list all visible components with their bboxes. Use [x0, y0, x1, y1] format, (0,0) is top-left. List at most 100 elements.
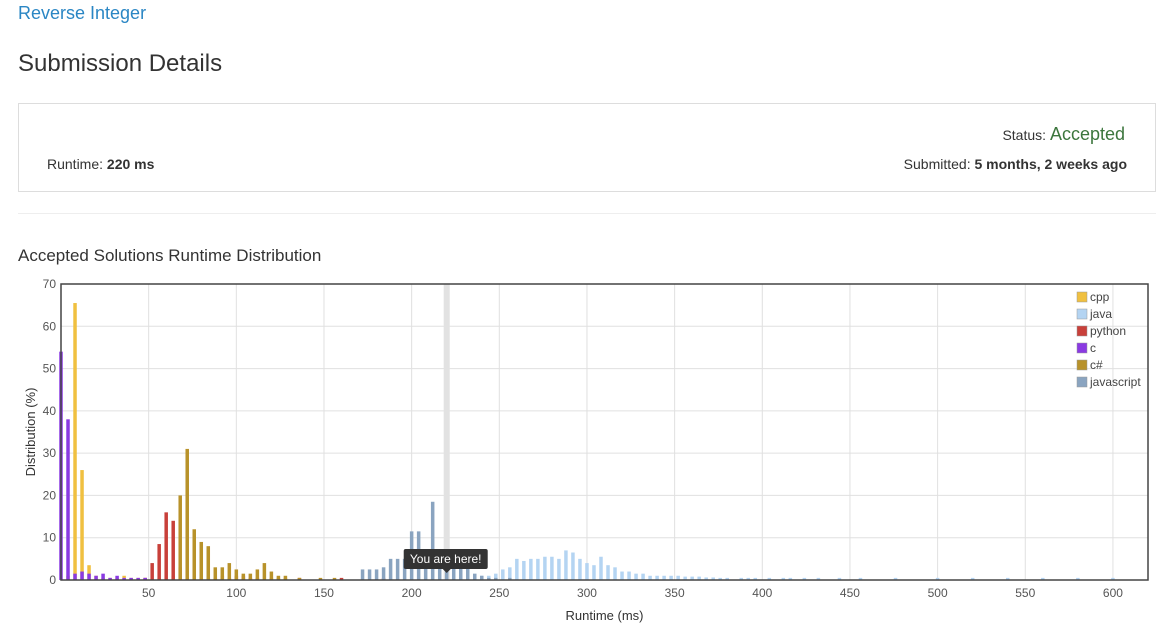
y-tick-label: 30: [43, 446, 57, 460]
bar-java: [571, 552, 575, 580]
x-axis-label: Runtime (ms): [565, 608, 643, 623]
bar-java: [592, 565, 596, 580]
bar-python: [171, 520, 175, 580]
bar-cpp: [73, 303, 77, 580]
x-tick-label: 150: [314, 586, 334, 600]
y-tick-label: 70: [43, 278, 57, 291]
bar-java: [501, 569, 505, 580]
bar-java: [578, 558, 582, 580]
legend-swatch: [1076, 376, 1088, 388]
bar-csharp: [248, 573, 253, 580]
bar-java: [529, 558, 533, 580]
bar-java: [564, 550, 568, 580]
bar-c: [73, 573, 77, 580]
bar-c: [87, 573, 91, 580]
bar-csharp: [206, 546, 211, 580]
bar-csharp: [199, 541, 204, 580]
x-tick-label: 600: [1103, 586, 1123, 600]
runtime-label: Runtime:: [47, 156, 104, 172]
bar-java: [536, 558, 540, 580]
legend-label: java: [1089, 307, 1112, 321]
bar-csharp: [269, 571, 274, 580]
bar-csharp: [178, 495, 182, 580]
legend-swatch: [1076, 291, 1088, 303]
x-tick-label: 300: [577, 586, 597, 600]
legend-label: javascript: [1089, 375, 1141, 389]
bar-csharp: [192, 529, 196, 580]
distribution-title: Accepted Solutions Runtime Distribution: [18, 246, 322, 265]
bar-csharp: [234, 569, 239, 580]
bar-java: [641, 573, 645, 580]
x-tick-label: 100: [226, 586, 246, 600]
bar-java: [557, 558, 561, 580]
section-divider: [18, 213, 1156, 214]
bar-javascript: [374, 569, 379, 580]
y-tick-label: 20: [43, 488, 57, 502]
bar-csharp: [220, 567, 225, 580]
bar-java: [606, 565, 610, 580]
y-axis-label: Distribution (%): [23, 388, 38, 477]
bar-csharp: [255, 569, 260, 580]
x-tick-label: 50: [142, 586, 156, 600]
legend-item-c: c: [1076, 341, 1096, 355]
status-label: Status:: [1002, 127, 1047, 143]
y-tick-label: 40: [43, 404, 57, 418]
bar-javascript: [381, 567, 386, 580]
submitted-row: Submitted: 5 months, 2 weeks ago: [904, 156, 1127, 172]
runtime-value: 220 ms: [106, 156, 155, 172]
bar-javascript: [360, 569, 365, 580]
status-value: Accepted: [1049, 124, 1125, 144]
legend-swatch: [1076, 325, 1088, 337]
x-tick-label: 250: [489, 586, 509, 600]
y-tick-label: 60: [43, 319, 57, 333]
bar-csharp: [185, 448, 189, 580]
legend-item-java: java: [1076, 307, 1112, 321]
legend-label: c: [1090, 341, 1096, 355]
bar-javascript: [388, 558, 393, 580]
legend-swatch: [1076, 308, 1088, 320]
submitted-label: Submitted:: [903, 156, 971, 172]
you-are-here-label: You are here!: [410, 552, 482, 566]
bar-javascript: [367, 569, 372, 580]
bar-cpp: [80, 470, 84, 580]
legend-item-python: python: [1076, 324, 1126, 338]
legend-item-javascript: javascript: [1076, 375, 1141, 389]
runtime-distribution-chart: 50 100 150 200 250 300 350 400 450 500 550 600 0 10 20…: [23, 278, 1149, 623]
runtime-row: Runtime: 220 ms: [47, 156, 154, 172]
bar-java: [550, 556, 554, 580]
bar-java: [627, 571, 631, 580]
status-row: Status: Accepted: [1002, 124, 1125, 145]
x-tick-label: 550: [1015, 586, 1035, 600]
legend-label: cpp: [1090, 290, 1110, 304]
x-tick-label: 200: [402, 586, 422, 600]
legend-swatch: [1076, 359, 1088, 371]
x-tick-label: 400: [752, 586, 772, 600]
bar-java: [585, 563, 589, 580]
bar-javascript: [465, 567, 470, 580]
legend-label: python: [1090, 324, 1126, 338]
page-title: Submission Details: [18, 50, 223, 77]
legend-item-csharp: c#: [1076, 358, 1103, 372]
y-tick-label: 0: [49, 573, 56, 587]
bar-python: [157, 544, 161, 580]
bar-csharp: [241, 573, 246, 580]
legend-label: c#: [1090, 358, 1103, 372]
problem-title-link[interactable]: Reverse Integer: [18, 3, 146, 24]
bar-java: [613, 567, 617, 580]
bar-java: [522, 560, 526, 580]
x-tick-label: 450: [840, 586, 860, 600]
x-tick-label: 500: [928, 586, 948, 600]
bar-csharp: [262, 563, 267, 580]
bar-python: [164, 512, 168, 580]
bar-csharp: [213, 567, 218, 580]
bar-java: [543, 556, 547, 580]
bar-c: [101, 573, 105, 580]
bar-java: [634, 573, 638, 580]
bar-java: [620, 571, 624, 580]
bar-python: [150, 563, 154, 580]
bar-c: [66, 419, 70, 580]
bar-csharp: [227, 563, 232, 580]
legend-item-cpp: cpp: [1076, 290, 1110, 304]
bar-java: [599, 556, 603, 580]
legend-swatch: [1076, 342, 1088, 354]
